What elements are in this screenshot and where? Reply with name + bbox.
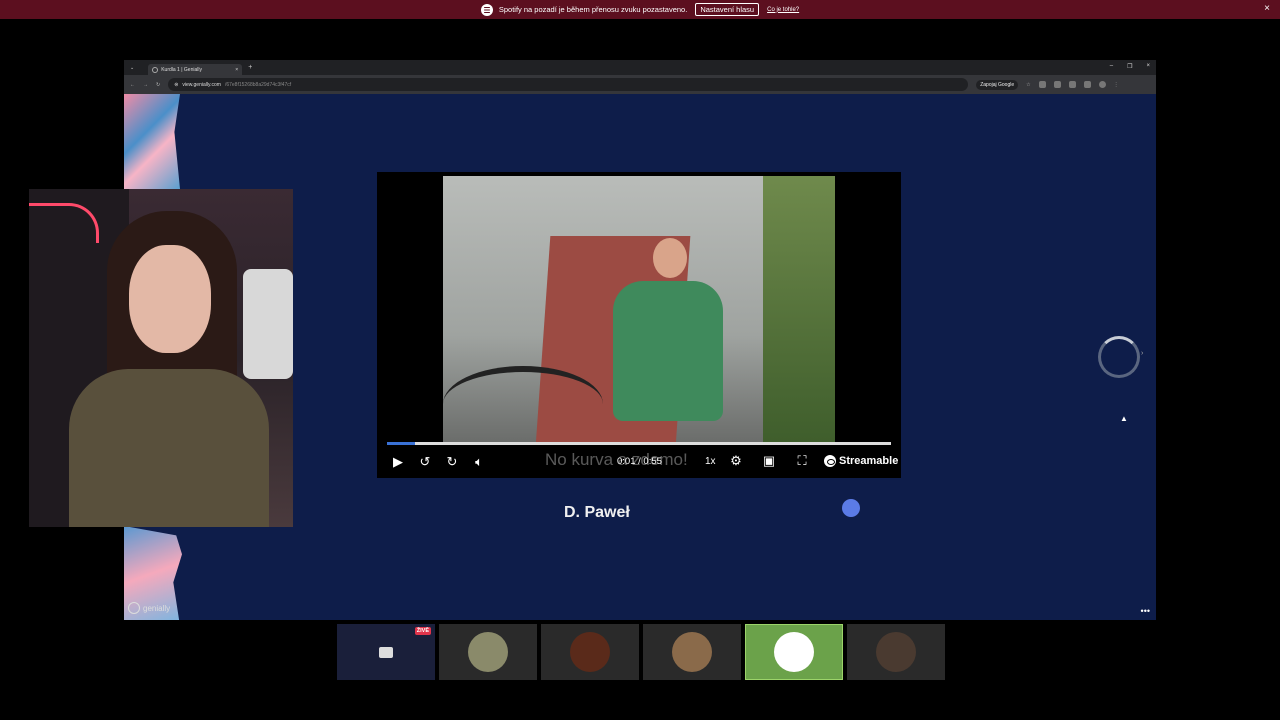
new-tab-button[interactable]: +	[248, 64, 252, 71]
slide-caption: D. Paweł	[564, 504, 630, 521]
video-frame[interactable]	[443, 176, 835, 442]
decorative-shape-top	[124, 94, 180, 189]
extensions-puzzle-icon[interactable]	[1068, 81, 1076, 88]
participant-avatar	[876, 632, 916, 672]
streamable-link[interactable]: Streamable	[824, 455, 898, 467]
participant-tile[interactable]	[439, 624, 537, 680]
slide-menu-icon[interactable]: •••	[1141, 606, 1150, 616]
playback-time: 0:01 / 0:55	[617, 456, 662, 467]
mouse-cursor-icon: ▲	[1120, 414, 1128, 423]
forward-icon[interactable]: ↻	[441, 451, 463, 473]
rewind-icon[interactable]: ↺	[414, 451, 436, 473]
video-scene-person	[613, 281, 723, 421]
tab-genially[interactable]: Kurdla 1 | Genially ×	[148, 64, 243, 75]
picture-in-picture-icon[interactable]: ▣	[758, 450, 780, 472]
google-signin-button[interactable]: Zapojaj Google	[976, 79, 1019, 90]
progress-fill	[387, 442, 415, 445]
url-input[interactable]: ⊜ view.genially.com/67e8f15268b8a29d74c3…	[168, 78, 969, 91]
extension-icon[interactable]	[1053, 81, 1061, 88]
participant-tile[interactable]	[745, 624, 843, 680]
participant-avatar	[672, 632, 712, 672]
site-info-icon[interactable]: ⊜	[174, 82, 178, 88]
spotify-icon	[480, 3, 493, 16]
bookmark-star-icon[interactable]: ☆	[1026, 82, 1030, 88]
video-scene-bike	[443, 366, 603, 442]
playback-speed-button[interactable]: 1x	[705, 456, 716, 467]
participant-avatar	[468, 632, 508, 672]
profile-avatar-icon[interactable]	[1098, 81, 1106, 88]
webcam-microphone	[243, 269, 293, 379]
extension-icon[interactable]	[1038, 81, 1046, 88]
player-controls-right: ⚙ ▣ ⛶ Streamable	[725, 450, 898, 472]
streamable-label: Streamable	[839, 455, 899, 467]
volume-icon[interactable]: 🔈︎	[468, 451, 490, 473]
tab-search-icon[interactable]: ⌄	[130, 65, 134, 71]
genially-logo[interactable]: genially	[128, 602, 170, 614]
participant-avatar	[570, 632, 610, 672]
notification-bar: Spotify na pozadí je během přenosu zvuku…	[0, 0, 1280, 19]
play-icon[interactable]: ▶	[387, 451, 409, 473]
window-close-icon[interactable]: ×	[1146, 63, 1150, 70]
voice-settings-button[interactable]: Nastavení hlasu	[695, 3, 760, 16]
genially-icon	[128, 602, 140, 614]
url-path: /67e8f15268b8a29d74c3f47cf	[224, 81, 292, 88]
tab-close-icon[interactable]: ×	[235, 67, 238, 73]
video-scene-person-head	[653, 238, 687, 278]
participant-tile[interactable]	[847, 624, 945, 680]
cast-icon[interactable]	[1083, 81, 1091, 88]
genially-favicon-icon	[152, 66, 159, 73]
minimize-icon[interactable]: –	[1110, 63, 1113, 70]
restore-icon[interactable]: ❐	[1127, 63, 1132, 70]
loading-spinner-icon	[1098, 336, 1140, 378]
webcam-person-shirt	[69, 369, 269, 527]
video-scene-tree	[763, 176, 835, 442]
interactive-hotspot[interactable]	[842, 499, 860, 517]
what-is-this-link[interactable]: Co je tohle?	[767, 7, 799, 13]
reload-icon[interactable]: ↻	[156, 82, 160, 88]
participant-tile[interactable]: ŽIVĚ	[337, 624, 435, 680]
live-badge: ŽIVĚ	[414, 627, 431, 635]
fullscreen-icon[interactable]: ⛶	[791, 450, 813, 472]
participant-strip: ŽIVĚ	[337, 624, 945, 680]
back-icon[interactable]: ←	[130, 82, 135, 88]
webcam-person-face	[129, 245, 211, 353]
progress-track[interactable]	[387, 442, 891, 445]
screen-share-icon	[379, 646, 393, 658]
forward-icon[interactable]: →	[143, 82, 148, 88]
address-bar: ← → ↻ ⊜ view.genially.com/67e8f15268b8a2…	[124, 75, 1156, 94]
genially-brand-text: genially	[143, 603, 171, 613]
browser-menu-icon[interactable]: ⋮	[1114, 82, 1119, 88]
close-icon[interactable]: ×	[1264, 3, 1270, 14]
webcam-overlay	[29, 189, 293, 527]
notification-message: Spotify na pozadí je během přenosu zvuku…	[498, 5, 688, 14]
tab-bar: ⌄ Kurdla 1 | Genially × + – ❐ ×	[124, 60, 1156, 75]
video-player[interactable]: No kurva a zdemo! ▶ ↺ ↻ 🔈︎ 0:01 / 0:55 1…	[377, 172, 901, 478]
participant-tile[interactable]	[541, 624, 639, 680]
next-slide-arrow-icon[interactable]: ›	[1141, 350, 1143, 357]
settings-gear-icon[interactable]: ⚙	[725, 450, 747, 472]
tab-title: Kurdla 1 | Genially	[161, 66, 202, 73]
streamable-icon	[824, 455, 836, 467]
participant-tile[interactable]	[643, 624, 741, 680]
participant-avatar	[774, 632, 814, 672]
url-domain: view.genially.com	[182, 81, 221, 88]
